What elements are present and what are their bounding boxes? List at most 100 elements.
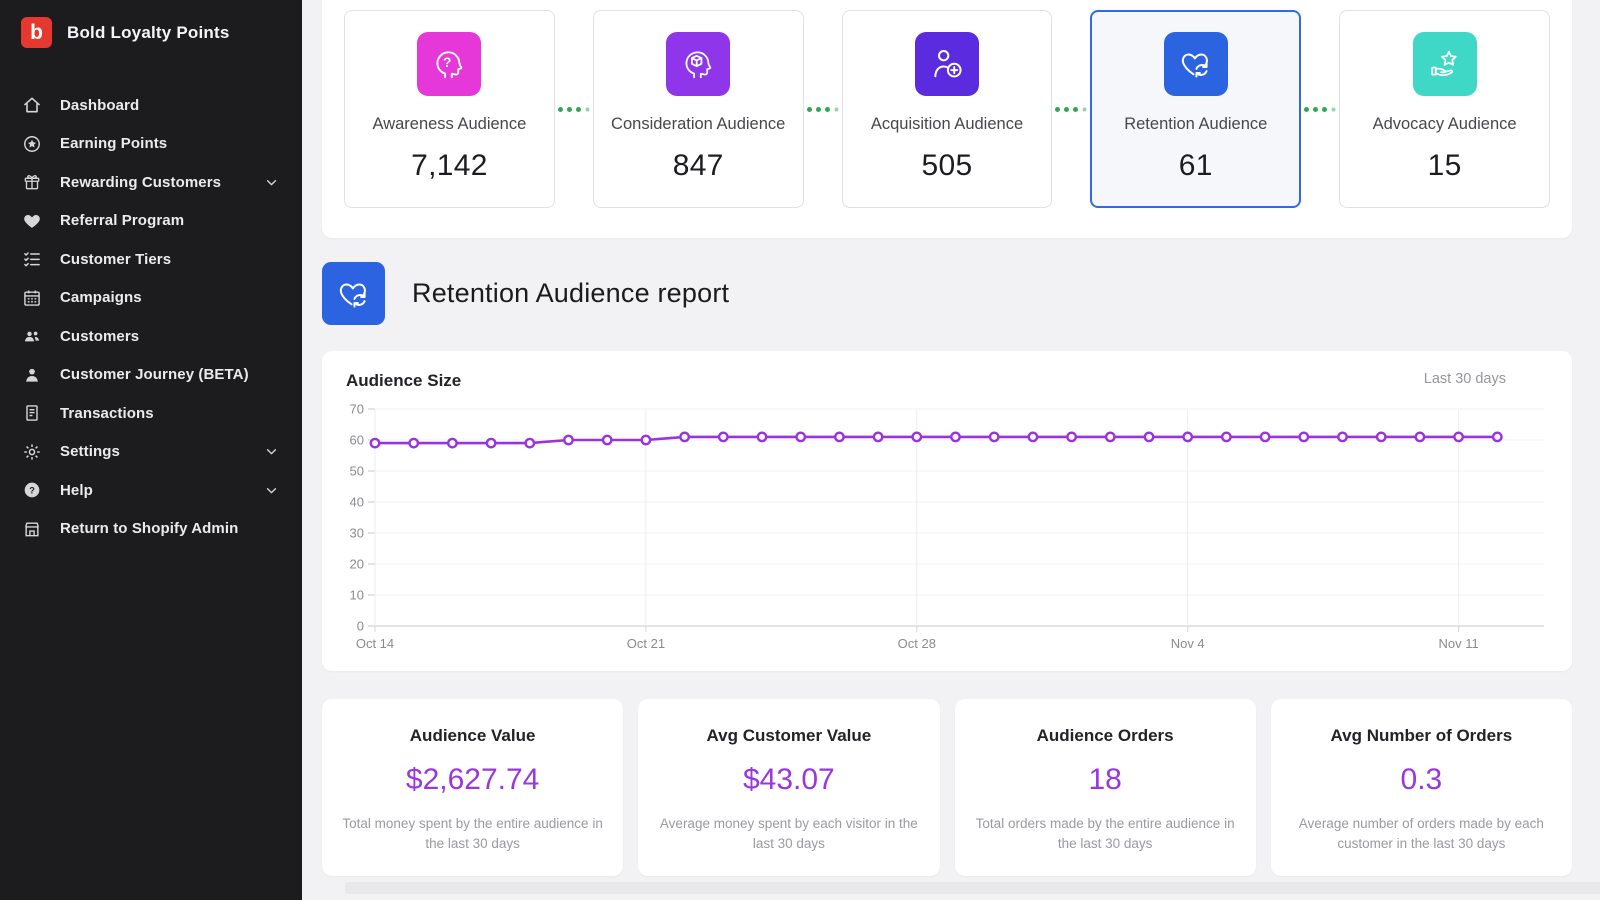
funnel-connector-dots	[1052, 10, 1090, 208]
bold-logo: b	[21, 17, 52, 48]
svg-text:?: ?	[29, 486, 35, 496]
stat-title: Audience Orders	[971, 726, 1240, 746]
svg-text:50: 50	[350, 464, 364, 479]
chevron-down-icon	[263, 174, 280, 191]
sidebar-item[interactable]: Rewarding Customers	[0, 163, 302, 202]
gear-icon	[22, 442, 42, 462]
stat-description: Average number of orders made by each cu…	[1287, 814, 1556, 855]
sidebar-item[interactable]: Settings	[0, 433, 302, 472]
sidebar-item-label: Customer Tiers	[60, 251, 171, 268]
funnel-card[interactable]: ? Awareness Audience 7,142	[344, 10, 555, 208]
funnel-card[interactable]: Advocacy Audience 15	[1339, 10, 1550, 208]
funnel-card-label: Consideration Audience	[602, 115, 795, 134]
advocacy-hand-star-icon	[1413, 32, 1477, 96]
sidebar-item[interactable]: Customer Tiers	[0, 240, 302, 279]
sidebar-item[interactable]: Campaigns	[0, 279, 302, 318]
funnel-card-value: 7,142	[353, 149, 546, 183]
sidebar-item-label: Customer Journey (BETA)	[60, 366, 249, 383]
checklist-icon	[22, 249, 42, 269]
sidebar-item-label: Settings	[60, 443, 120, 460]
main-content: ? Awareness Audience 7,142 Consideration…	[302, 0, 1600, 900]
sidebar-item[interactable]: Earning Points	[0, 125, 302, 164]
next-section-edge	[345, 882, 1600, 894]
svg-text:Oct 21: Oct 21	[627, 636, 665, 651]
stat-value: 18	[971, 763, 1240, 797]
svg-text:20: 20	[350, 557, 364, 572]
sidebar-item-label: Campaigns	[60, 289, 142, 306]
star-circle-icon	[22, 134, 42, 154]
sidebar-item[interactable]: Dashboard	[0, 86, 302, 125]
funnel-card[interactable]: Retention Audience 61	[1090, 10, 1301, 208]
help-circle-icon: ?	[22, 480, 42, 500]
sidebar-item-label: Dashboard	[60, 97, 139, 114]
stat-value: 0.3	[1287, 763, 1556, 797]
audience-funnel-panel: ? Awareness Audience 7,142 Consideration…	[322, 0, 1572, 238]
stats-row: Audience Value $2,627.74 Total money spe…	[322, 699, 1572, 876]
svg-text:?: ?	[443, 54, 451, 70]
sidebar-item[interactable]: Return to Shopify Admin	[0, 510, 302, 549]
sidebar-item[interactable]: Customers	[0, 317, 302, 356]
sidebar-item[interactable]: ? Help	[0, 471, 302, 510]
app-title: Bold Loyalty Points	[67, 23, 229, 43]
sidebar-item[interactable]: Transactions	[0, 394, 302, 433]
svg-text:60: 60	[350, 433, 364, 448]
svg-text:Oct 14: Oct 14	[356, 636, 394, 651]
funnel-card-value: 505	[851, 149, 1044, 183]
funnel-card-label: Awareness Audience	[353, 115, 546, 134]
people-icon	[22, 326, 42, 346]
sidebar-item-label: Customers	[60, 328, 139, 345]
sidebar-item-label: Transactions	[60, 405, 154, 422]
retention-heart-sync-icon	[1164, 32, 1228, 96]
person-icon	[22, 365, 42, 385]
stat-description: Average money spent by each visitor in t…	[654, 814, 923, 855]
stat-card: Avg Customer Value $43.07 Average money …	[638, 699, 939, 876]
sidebar-item[interactable]: Customer Journey (BETA)	[0, 356, 302, 395]
stat-title: Avg Number of Orders	[1287, 726, 1556, 746]
stat-description: Total orders made by the entire audience…	[971, 814, 1240, 855]
funnel-connector-dots	[555, 10, 593, 208]
funnel-connector-dots	[1301, 10, 1339, 208]
report-title: Retention Audience report	[412, 278, 729, 309]
receipt-icon	[22, 403, 42, 423]
svg-text:0: 0	[357, 619, 364, 634]
svg-text:40: 40	[350, 495, 364, 510]
app-logo-row: b Bold Loyalty Points	[0, 0, 302, 58]
sidebar-item[interactable]: Referral Program	[0, 202, 302, 241]
sidebar-item-label: Return to Shopify Admin	[60, 520, 238, 537]
consideration-head-cube-icon	[666, 32, 730, 96]
svg-text:70: 70	[350, 402, 364, 417]
report-header: Retention Audience report	[322, 262, 1572, 325]
app-window: b Bold Loyalty Points Dashboard Earning …	[0, 0, 1600, 900]
svg-text:10: 10	[350, 588, 364, 603]
stat-card: Avg Number of Orders 0.3 Average number …	[1271, 699, 1572, 876]
stat-card: Audience Orders 18 Total orders made by …	[955, 699, 1256, 876]
chart-header: Audience Size Last 30 days	[346, 371, 1548, 391]
stat-title: Avg Customer Value	[654, 726, 923, 746]
audience-size-chart-card: Audience Size Last 30 days 0 10 20 30 40 50 60…	[322, 351, 1572, 671]
home-icon	[22, 95, 42, 115]
storefront-icon	[22, 519, 42, 539]
sidebar: b Bold Loyalty Points Dashboard Earning …	[0, 0, 302, 900]
funnel-card[interactable]: Consideration Audience 847	[593, 10, 804, 208]
svg-text:Oct 28: Oct 28	[898, 636, 936, 651]
stat-description: Total money spent by the entire audience…	[338, 814, 607, 855]
svg-text:30: 30	[350, 526, 364, 541]
funnel-card-label: Retention Audience	[1099, 115, 1292, 134]
chart-range-label: Last 30 days	[1424, 371, 1506, 387]
acquisition-person-add-icon	[915, 32, 979, 96]
awareness-head-question-icon: ?	[417, 32, 481, 96]
audience-size-line-chart: 0 10 20 30 40 50 60 70 Oct 14 Oct 21 Oct 28 Nov 4 No…	[346, 391, 1548, 659]
funnel-card-value: 61	[1099, 149, 1292, 183]
chevron-down-icon	[263, 443, 280, 460]
funnel-card-label: Advocacy Audience	[1348, 115, 1541, 134]
svg-text:Nov 11: Nov 11	[1438, 636, 1478, 651]
svg-text:Nov 4: Nov 4	[1171, 636, 1205, 651]
gift-icon	[22, 172, 42, 192]
sidebar-item-label: Earning Points	[60, 135, 167, 152]
retention-heart-sync-icon	[322, 262, 385, 325]
chevron-down-icon	[263, 482, 280, 499]
chart-title: Audience Size	[346, 371, 461, 391]
stat-card: Audience Value $2,627.74 Total money spe…	[322, 699, 623, 876]
stat-value: $2,627.74	[338, 763, 607, 797]
funnel-card[interactable]: Acquisition Audience 505	[842, 10, 1053, 208]
